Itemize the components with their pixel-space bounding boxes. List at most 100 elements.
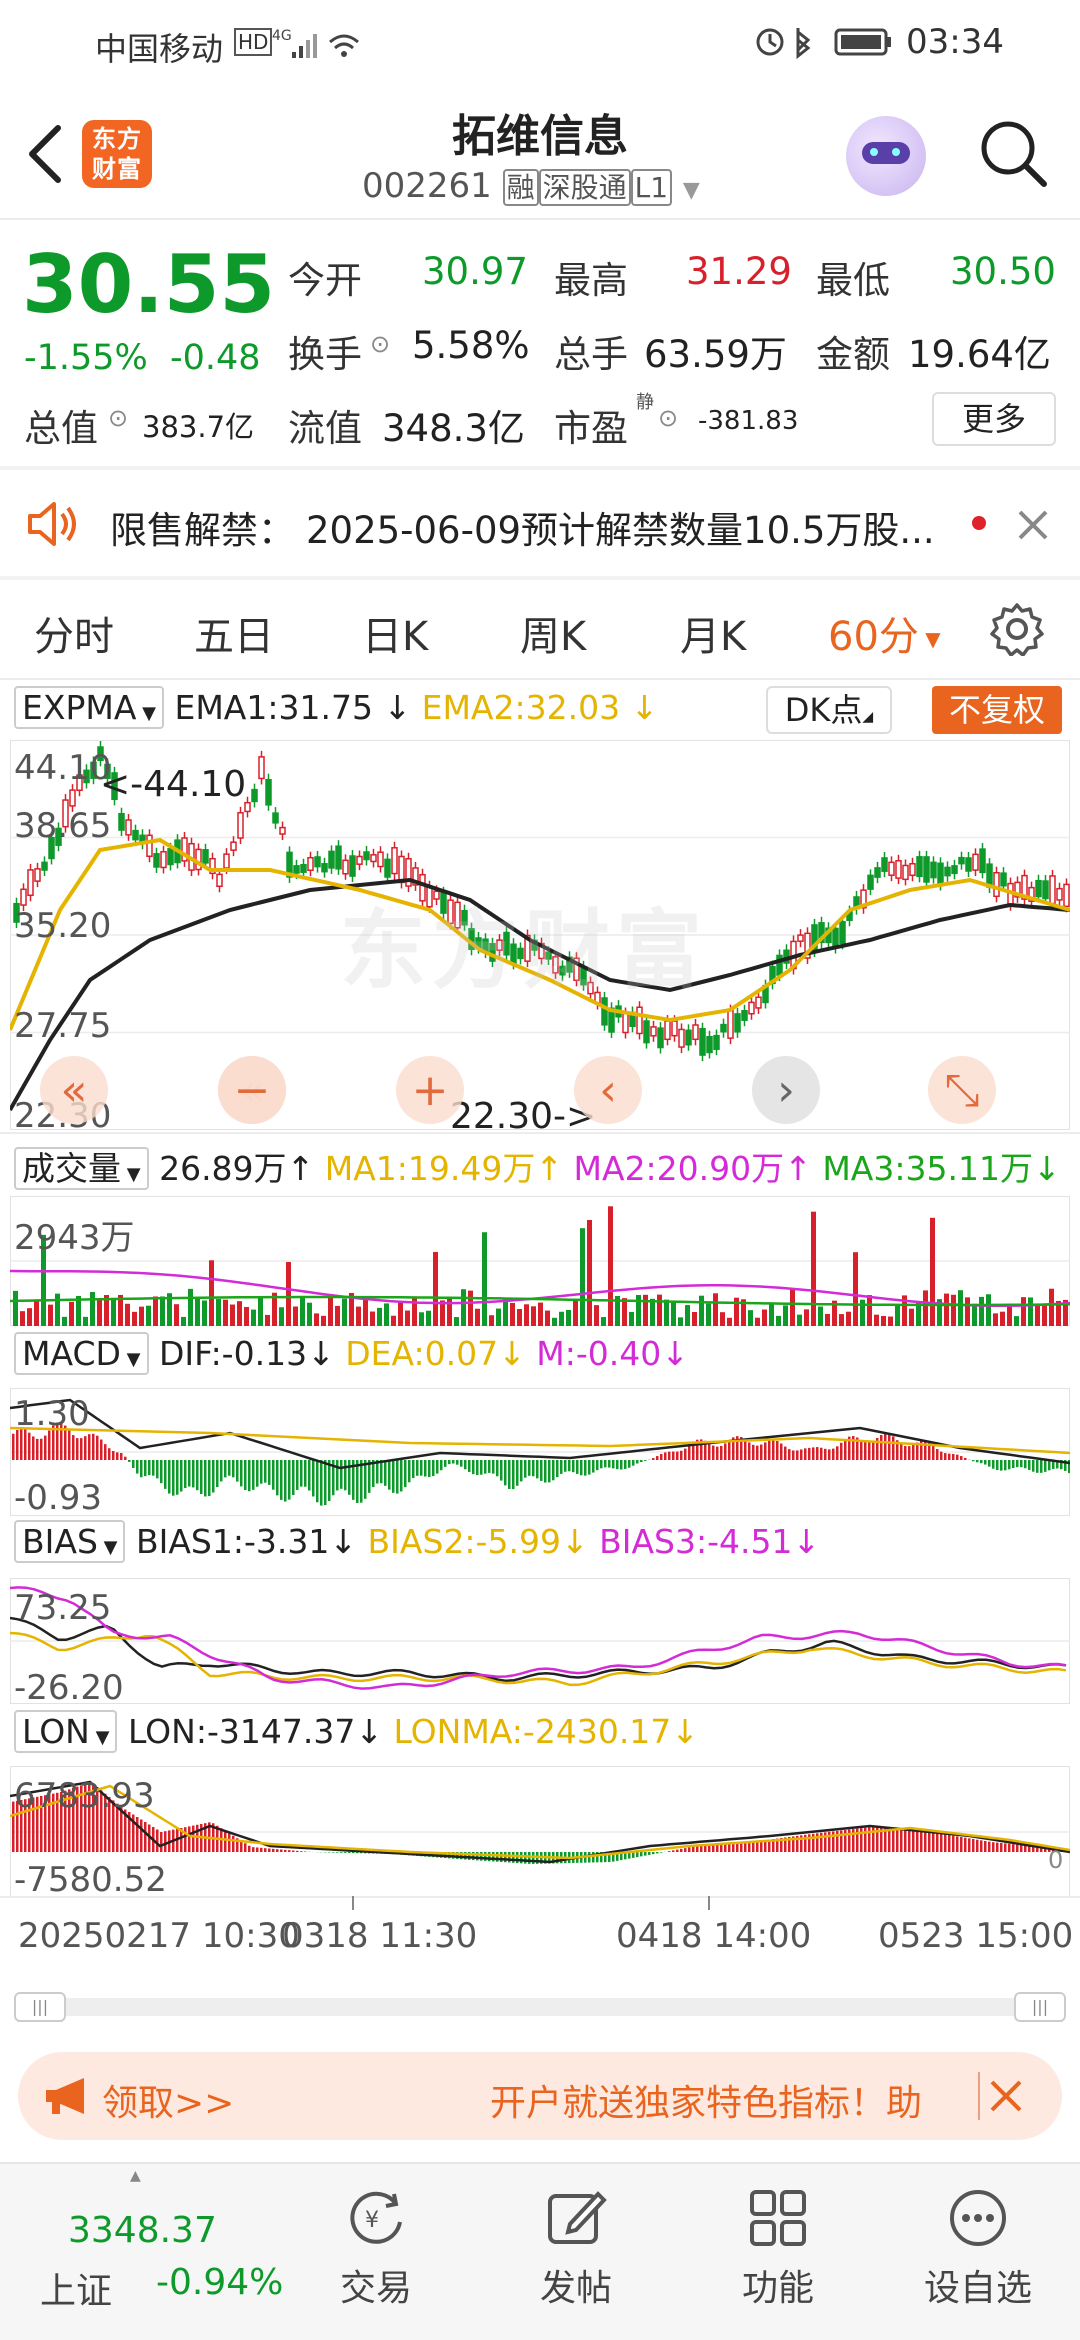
index-name[interactable]: 上证	[40, 2262, 112, 2314]
tab-weekly-k[interactable]: 周K	[520, 604, 586, 662]
chart-scrollbar[interactable]	[14, 1998, 1066, 2016]
indicator-select-volume[interactable]: 成交量 ▼	[14, 1147, 149, 1190]
speaker-icon	[28, 502, 76, 546]
index-value[interactable]: 3348.37	[68, 2210, 217, 2251]
lon-bar	[932, 1832, 935, 1852]
macd-bar	[48, 1430, 51, 1460]
lon-bar	[712, 1845, 715, 1852]
close-icon[interactable]	[988, 2078, 1024, 2114]
info-icon[interactable]: ⊙	[108, 404, 128, 432]
close-icon[interactable]	[1016, 508, 1050, 542]
macd-bar	[448, 1460, 451, 1465]
nav-function[interactable]: 功能	[708, 2164, 848, 2340]
scroll-left-icon[interactable]: ‹	[574, 1056, 642, 1124]
candle-body	[958, 856, 965, 865]
volume-bar	[426, 1310, 431, 1326]
scroll-right-icon[interactable]: ›	[752, 1056, 820, 1124]
macd-bar	[456, 1460, 459, 1465]
lon-bar	[244, 1843, 247, 1852]
volume-bar	[454, 1317, 459, 1326]
volume-bar	[251, 1309, 256, 1326]
indicator-select-bias[interactable]: BIAS ▼	[14, 1520, 126, 1563]
dropdown-icon[interactable]: ▼	[683, 178, 700, 203]
volume-bar	[202, 1300, 207, 1326]
macd-bar	[1004, 1460, 1007, 1471]
candle-body	[1035, 879, 1042, 898]
tab-monthly-k[interactable]: 月K	[680, 604, 746, 662]
nav-trade[interactable]: ¥ 交易	[306, 2164, 446, 2340]
scroll-fast-left-icon[interactable]: «	[40, 1056, 108, 1124]
macd-bar	[96, 1435, 99, 1460]
notice-bar[interactable]: 限售解禁： 2025-06-09预计解禁数量10.5万股...	[0, 470, 1080, 576]
lon-bar	[264, 1848, 267, 1852]
nav-watchlist[interactable]: 设自选	[908, 2164, 1048, 2340]
lon-chart[interactable]	[10, 1766, 1070, 1898]
macd-bar	[252, 1460, 255, 1490]
divider	[978, 2072, 980, 2120]
notice-label: 限售解禁：	[110, 509, 295, 552]
macd-bar	[256, 1460, 259, 1487]
tab-daily-k[interactable]: 日K	[362, 604, 428, 662]
stock-code-row: 002261 融深股通 L1 ▼	[362, 166, 700, 206]
indicator-select-expma[interactable]: EXPMA ▼	[14, 686, 164, 729]
zoom-in-icon[interactable]: +	[396, 1056, 464, 1124]
indicator-select-lon[interactable]: LON ▼	[14, 1710, 118, 1753]
volume-bar	[132, 1311, 137, 1326]
volume-bar	[237, 1301, 242, 1326]
adjust-button[interactable]: 不复权	[932, 686, 1062, 734]
scroll-handle-left[interactable]: |||	[14, 1992, 66, 2022]
volume-bar	[510, 1302, 515, 1326]
macd-bar	[68, 1430, 71, 1460]
tab-intraday[interactable]: 分时	[34, 604, 114, 662]
zoom-out-icon[interactable]: −	[218, 1056, 286, 1124]
lon-bar	[912, 1830, 915, 1852]
info-icon[interactable]: ⊙	[658, 404, 678, 432]
macd-bar	[472, 1460, 475, 1475]
candle-body	[377, 851, 384, 868]
robot-avatar-icon[interactable]	[846, 116, 926, 196]
lon-bar	[936, 1833, 939, 1852]
chevron-up-icon: ▲	[130, 2168, 141, 2184]
tab-60min[interactable]: 60分 ▼	[828, 604, 941, 662]
nav-post[interactable]: 发帖	[506, 2164, 646, 2340]
x-label-end: 0523 15:00	[878, 1916, 1074, 1956]
volume-bar	[944, 1293, 949, 1326]
volume-bar	[433, 1251, 438, 1326]
ad-left-link[interactable]: 领取>>	[102, 2074, 234, 2126]
lon-bar	[720, 1844, 723, 1852]
macd-bar	[640, 1460, 643, 1463]
macd-bar	[384, 1460, 387, 1486]
macd-bar	[540, 1460, 543, 1481]
volume-bar	[475, 1308, 480, 1326]
indicator-select-macd[interactable]: MACD ▼	[14, 1332, 149, 1375]
pe-value: -381.83	[698, 406, 799, 436]
search-icon[interactable]	[976, 116, 1052, 192]
volume-chart[interactable]	[10, 1196, 1070, 1326]
macd-chart[interactable]	[10, 1388, 1070, 1516]
more-button[interactable]: 更多	[932, 392, 1056, 446]
macd-bar	[116, 1452, 119, 1460]
dk-point-button[interactable]: DK点◢	[766, 686, 892, 734]
lon-bar	[188, 1826, 191, 1852]
high-marker: <-44.10	[100, 764, 247, 805]
volume-bar	[1007, 1306, 1012, 1326]
candle-body	[335, 845, 342, 870]
bias-chart[interactable]	[10, 1578, 1070, 1704]
volume-bar	[580, 1228, 585, 1326]
fullscreen-icon[interactable]: ⤡	[928, 1056, 996, 1124]
volume-bar	[517, 1309, 522, 1326]
macd-bar	[960, 1456, 963, 1460]
macd-bar	[488, 1460, 491, 1473]
lon-bar	[652, 1852, 655, 1855]
macd-bar	[92, 1433, 95, 1460]
lon-bar	[1004, 1843, 1007, 1852]
ma3-value: MA3:35.11万	[822, 1149, 1033, 1188]
nav-trade-label: 交易	[339, 2268, 412, 2309]
gear-icon[interactable]	[990, 602, 1044, 656]
info-icon[interactable]: ⊙	[370, 330, 390, 358]
tab-five-day[interactable]: 五日	[194, 604, 274, 662]
macd-bar	[460, 1460, 463, 1467]
index-change[interactable]: -0.94%	[156, 2262, 283, 2303]
scroll-handle-right[interactable]: |||	[1014, 1992, 1066, 2022]
ad-banner[interactable]: 领取>> 开户就送独家特色指标！助	[18, 2052, 1062, 2140]
